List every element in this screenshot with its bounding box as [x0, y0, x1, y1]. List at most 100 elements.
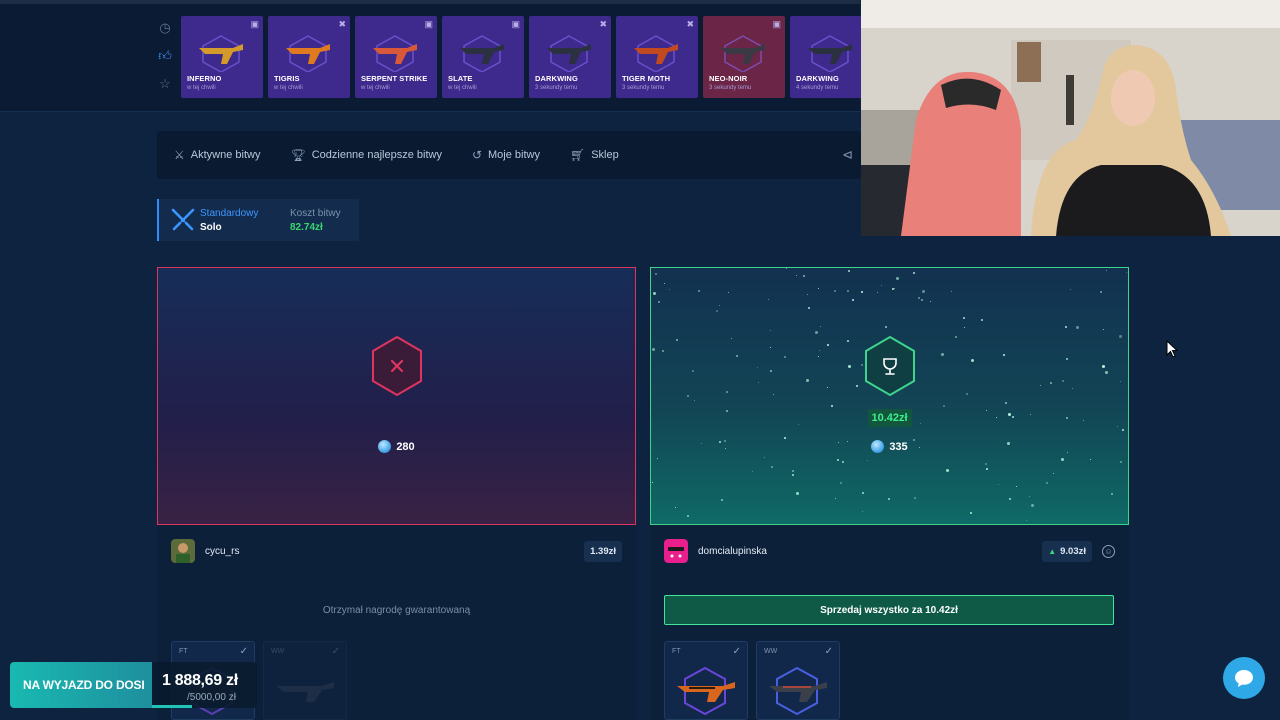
- nav-daily-best-battles[interactable]: 🏆︎ Codzienne najlepsze bitwy: [290, 148, 441, 162]
- star-dot: [970, 358, 974, 362]
- star-dot: [995, 417, 997, 419]
- clock-icon[interactable]: ◷: [159, 20, 170, 36]
- avatar[interactable]: [171, 539, 195, 563]
- star-dot: [726, 410, 729, 413]
- star-dot: [912, 272, 915, 275]
- star-dot: [808, 307, 811, 309]
- star-dot: [997, 484, 999, 486]
- chat-button[interactable]: [1223, 657, 1265, 699]
- drop-item[interactable]: ✖DARKWING4 sekundy temu: [790, 16, 872, 98]
- nav-my-battles[interactable]: ↺ Moje bitwy: [472, 148, 540, 162]
- player-name[interactable]: domcialupinska: [698, 546, 1042, 557]
- nav-label: Aktywne bitwy: [190, 149, 261, 161]
- nav-shop[interactable]: 🛒︎ Sklep: [570, 148, 619, 162]
- drop-item[interactable]: ✖ TIGRIS w tej chwili: [268, 16, 350, 98]
- star-dot: [839, 481, 842, 484]
- item-condition: FT: [179, 648, 188, 655]
- star-dot: [763, 456, 765, 458]
- drop-name: SLATE: [448, 74, 473, 83]
- drop-time: 3 sekundy temu: [709, 85, 752, 91]
- drop-item[interactable]: ▣ SLATE w tej chwili: [442, 16, 524, 98]
- donation-goal-widget: NA WYJAZD DO DOSI 1 888,69 zł /5000,00 z…: [10, 662, 257, 708]
- sell-all-button[interactable]: Sprzedaj wszystko za 10.42zł: [664, 595, 1114, 625]
- smiley-icon[interactable]: ☺: [1102, 544, 1115, 558]
- star-dot: [805, 379, 809, 383]
- star-dot: [914, 496, 917, 499]
- drop-time: w tej chwili: [448, 85, 477, 91]
- drops-list: ▣ INFERNO w tej chwili ✖ TIGRIS w tej chwili ▣…: [181, 16, 872, 98]
- star-dot: [834, 498, 836, 500]
- reward-item-card[interactable]: WW ✓: [756, 641, 840, 720]
- star-dot: [727, 292, 729, 294]
- drop-name: SERPENT STRIKE: [361, 74, 428, 83]
- star-dot: [674, 506, 676, 508]
- thumbs-up-icon[interactable]: 👍︎: [158, 48, 172, 64]
- player-total-value: ▲ 9.03zł: [1042, 540, 1092, 562]
- star-dot: [664, 283, 666, 285]
- star-dot: [1008, 412, 1012, 416]
- star-dot: [686, 515, 689, 518]
- weapon-image: [677, 682, 735, 702]
- star-dot: [893, 287, 895, 289]
- star-dot: [851, 298, 854, 301]
- weapon-image: [373, 35, 417, 72]
- goal-progress-bar: [152, 705, 192, 708]
- weapon-image: [547, 35, 591, 72]
- star-dot: [1111, 493, 1114, 496]
- reward-item-card[interactable]: FT ✓: [664, 641, 748, 720]
- drop-item[interactable]: ▣ SERPENT STRIKE w tej chwili: [355, 16, 437, 98]
- mode-type-label: Standardowy: [200, 207, 259, 219]
- star-dot: [1060, 457, 1064, 461]
- star-dot: [885, 326, 888, 329]
- star-dot: [1119, 335, 1123, 339]
- star-dot: [791, 473, 794, 476]
- star-dot: [770, 466, 773, 469]
- star-dot: [860, 290, 863, 293]
- star-dot: [687, 394, 690, 397]
- trophy-icon: 🏆︎: [290, 148, 306, 162]
- star-dot: [817, 288, 819, 290]
- star-dot: [1083, 420, 1085, 422]
- drop-item[interactable]: ▣ NEO-NOIR 3 sekundy temu: [703, 16, 785, 98]
- star-dot: [1066, 358, 1069, 361]
- player-name[interactable]: cycu_rs: [205, 546, 584, 557]
- star-dot: [1120, 381, 1122, 383]
- star-dot: [856, 384, 859, 387]
- star-dot: [888, 498, 891, 501]
- drop-item[interactable]: ▣ INFERNO w tej chwili: [181, 16, 263, 98]
- star-dot: [920, 299, 923, 302]
- star-dot: [1106, 269, 1108, 271]
- player-total-value: 1.39zł: [584, 540, 622, 562]
- weapon-image: [769, 682, 827, 702]
- history-icon: ↺: [471, 148, 483, 162]
- star-dot: [783, 436, 786, 439]
- star-dot: [1126, 271, 1128, 273]
- weapon-image: [634, 35, 678, 72]
- reward-item-card[interactable]: WW ✓: [263, 641, 347, 720]
- goal-title: NA WYJAZD DO DOSI: [10, 662, 152, 708]
- star-dot: [757, 382, 759, 384]
- nav-active-battles[interactable]: ⚔ Aktywne bitwy: [174, 148, 260, 162]
- star-dot: [652, 481, 654, 483]
- star-dot: [833, 290, 836, 293]
- star-dot: [962, 317, 965, 320]
- star-dot: [1028, 495, 1030, 497]
- star-dot: [803, 275, 806, 278]
- drop-item[interactable]: ✖ TIGER MOTH 3 sekundy temu: [616, 16, 698, 98]
- star-dot: [1002, 353, 1005, 356]
- star-dot: [920, 423, 922, 425]
- star-dot: [837, 458, 840, 461]
- player-right-result-panel: 10.42zł 335: [650, 267, 1129, 525]
- star-dot: [1012, 416, 1015, 419]
- star-dot: [1031, 504, 1035, 508]
- star-dot: [1039, 384, 1041, 386]
- drop-item[interactable]: ✖ DARKWING 3 sekundy temu: [529, 16, 611, 98]
- share-icon[interactable]: ⊲: [842, 147, 853, 163]
- nav-label: Moje bitwy: [488, 149, 540, 161]
- star-dot: [842, 460, 845, 463]
- star-dot: [1025, 519, 1027, 521]
- win-amount: 10.42zł: [867, 409, 912, 427]
- star-dot: [720, 499, 723, 502]
- avatar[interactable]: [664, 539, 688, 563]
- star-icon[interactable]: ☆: [159, 76, 171, 92]
